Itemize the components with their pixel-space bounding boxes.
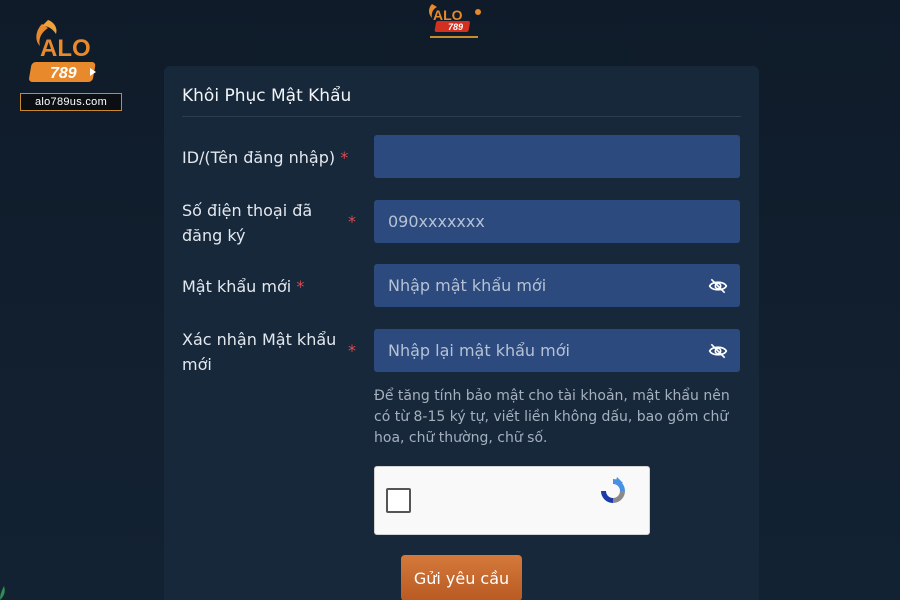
confirm-password-label: Xác nhận Mật khẩu mới bbox=[182, 330, 337, 374]
svg-text:789: 789 bbox=[50, 65, 77, 82]
alo789-logo: ALO 789 bbox=[29, 20, 96, 82]
phone-required-mark: * bbox=[348, 212, 356, 231]
svg-text:ALO: ALO bbox=[433, 7, 463, 23]
new-password-input[interactable] bbox=[374, 264, 740, 307]
phone-input[interactable] bbox=[374, 200, 740, 243]
svg-text:789: 789 bbox=[448, 22, 463, 32]
recaptcha-checkbox[interactable] bbox=[386, 488, 411, 513]
username-label: ID/(Tên đăng nhập) * bbox=[182, 148, 349, 167]
eye-off-icon[interactable] bbox=[708, 276, 728, 296]
site-url-badge: alo789us.com bbox=[20, 93, 122, 111]
form-title: Khôi Phục Mật Khẩu bbox=[182, 86, 352, 106]
phone-label: Số điện thoại đã đăng ký bbox=[182, 201, 313, 245]
confirm-required-mark: * bbox=[348, 341, 356, 360]
page: ALO 789 alo789us.com ALO 789 Khôi Phục M… bbox=[0, 0, 900, 600]
eye-off-icon[interactable] bbox=[708, 341, 728, 361]
new-password-label: Mật khẩu mới * bbox=[182, 277, 305, 296]
title-divider bbox=[182, 116, 741, 117]
submit-button[interactable]: Gửi yêu cầu bbox=[401, 555, 522, 600]
alo789-top-logo[interactable]: ALO 789 bbox=[424, 0, 486, 44]
username-input[interactable] bbox=[374, 135, 740, 178]
svg-text:ALO: ALO bbox=[40, 35, 91, 62]
corner-leaf-icon bbox=[0, 586, 5, 600]
recaptcha-widget bbox=[374, 466, 650, 535]
recaptcha-icon bbox=[601, 477, 625, 503]
password-recovery-card: Khôi Phục Mật Khẩu ID/(Tên đăng nhập) * … bbox=[164, 66, 759, 600]
password-hint: Để tăng tính bảo mật cho tài khoản, mật … bbox=[374, 388, 730, 446]
confirm-password-input[interactable] bbox=[374, 329, 740, 372]
